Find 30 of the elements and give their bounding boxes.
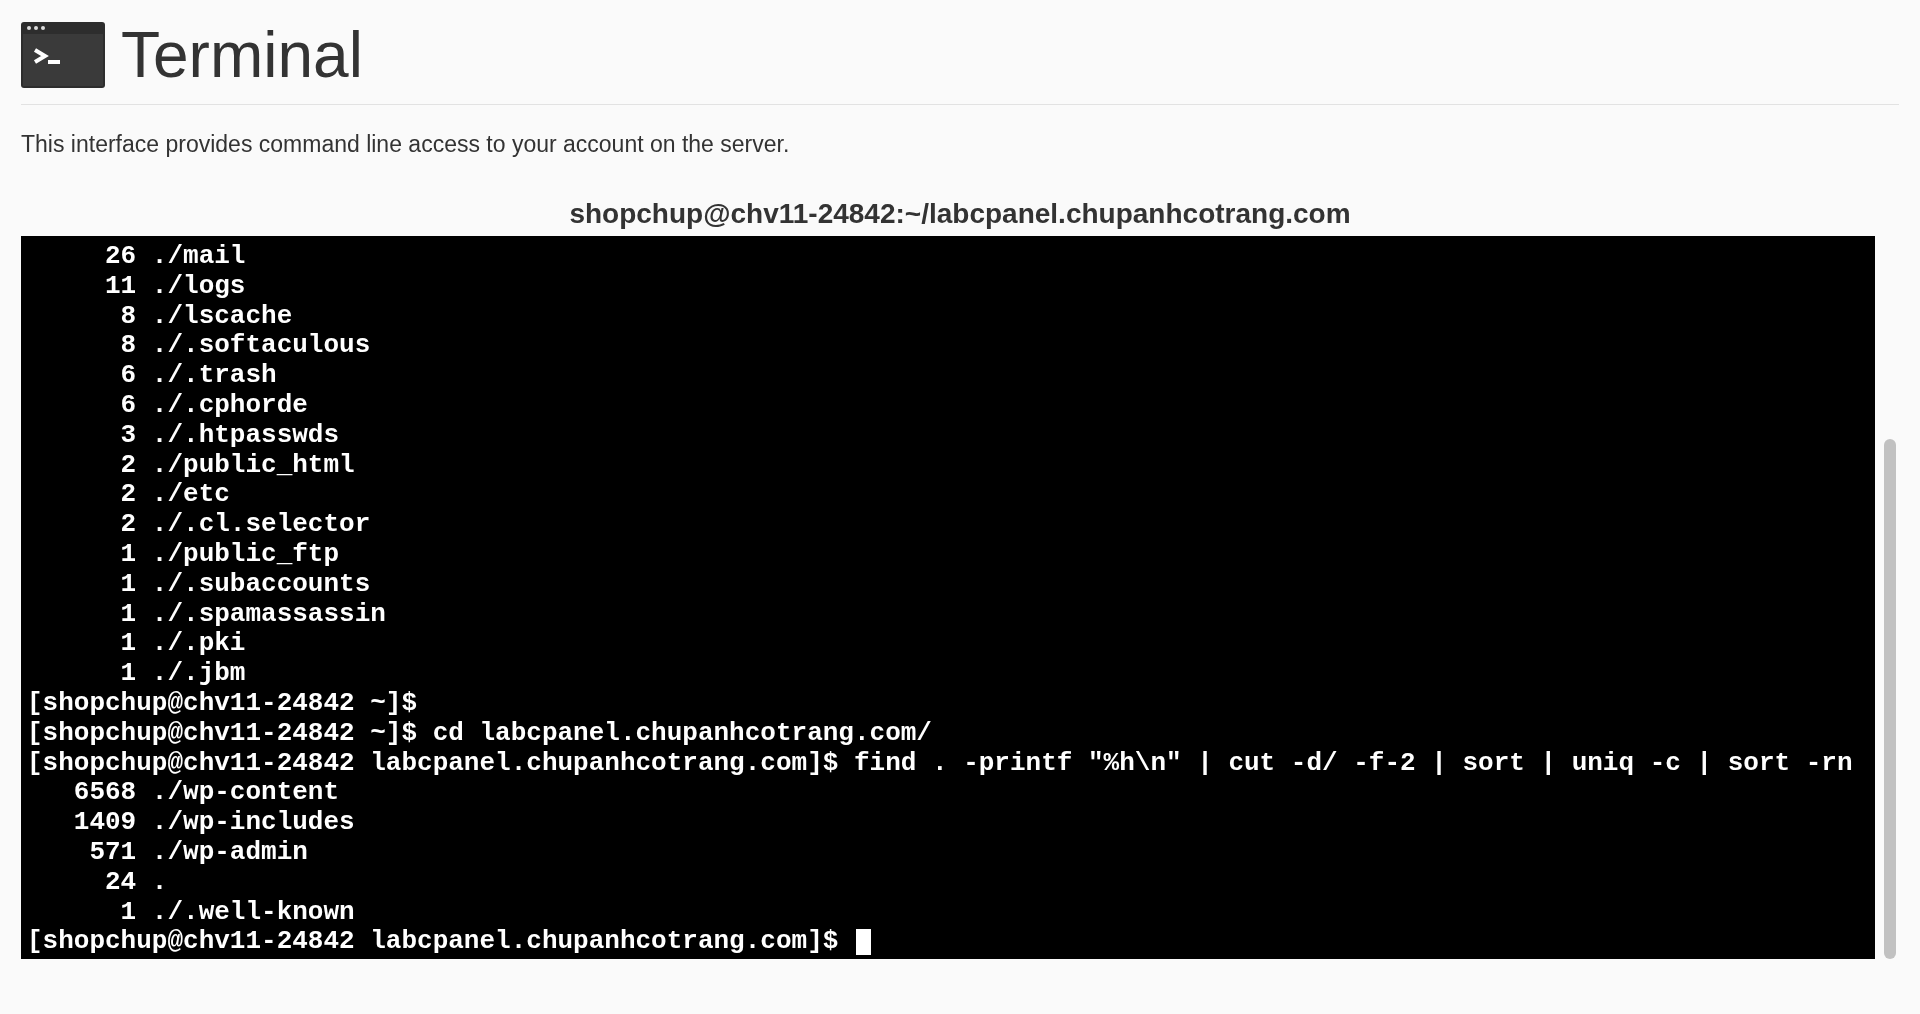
terminal-line: [shopchup@chv11-24842 labcpanel.chupanhcotrang.com]$ [27, 927, 840, 958]
terminal-line: 1 ./.spamassassin [119, 599, 386, 630]
terminal-line: 8 ./.softaculous [119, 331, 371, 362]
terminal-line: [shopchup@chv11-24842 labcpanel.chupanhcotrang.com]$ find . -printf "%h\n" | cut -d/ -f-2 | sort | uniq -c | sort -rn [27, 748, 1853, 779]
terminal-line: 1409 ./wp-includes [72, 808, 355, 838]
terminal-line: 1 ./.pki [119, 629, 246, 660]
terminal-line: 6 ./.cphorde [119, 391, 308, 421]
page-title: Terminal [121, 18, 363, 92]
terminal-line: 24 . [104, 867, 168, 898]
terminal-line: [shopchup@chv11-24842 ~]$ cd labcpanel.chupanhcotrang.com/ [27, 718, 932, 749]
terminal-line: 26 ./mail [104, 242, 246, 272]
terminal-line: 2 ./.cl.selector [119, 510, 371, 540]
terminal-line: [shopchup@chv11-24842 ~]$ [27, 688, 418, 719]
page-description: This interface provides command line access to your account on the server. [21, 131, 791, 158]
terminal-line: 1 ./.jbm [119, 659, 246, 689]
terminal-line: 6568 ./wp-content [72, 778, 340, 809]
terminal-line: 3 ./.htpasswds [119, 420, 340, 451]
terminal-line: 6 ./.trash [119, 361, 277, 391]
terminal-line: 2 ./etc [119, 480, 230, 511]
terminal-line: 11 ./logs [104, 271, 246, 302]
terminal-line: 8 ./lscache [119, 301, 293, 332]
terminal-line: 2 ./public_html [119, 450, 355, 481]
terminal-title: shopchup@chv11-24842:~/labcpanel.chupanhcotrang.com [569, 198, 1351, 229]
scrollbar-thumb[interactable] [1884, 439, 1896, 959]
terminal-screen[interactable] [21, 236, 1875, 959]
terminal-line: 1 ./public_ftp [119, 539, 340, 570]
terminal-icon [21, 22, 105, 88]
terminal-line: 1 ./.well-known [119, 897, 355, 928]
terminal-line: 1 ./.subaccounts [119, 569, 371, 600]
terminal-line: 571 ./wp-admin [88, 837, 308, 868]
